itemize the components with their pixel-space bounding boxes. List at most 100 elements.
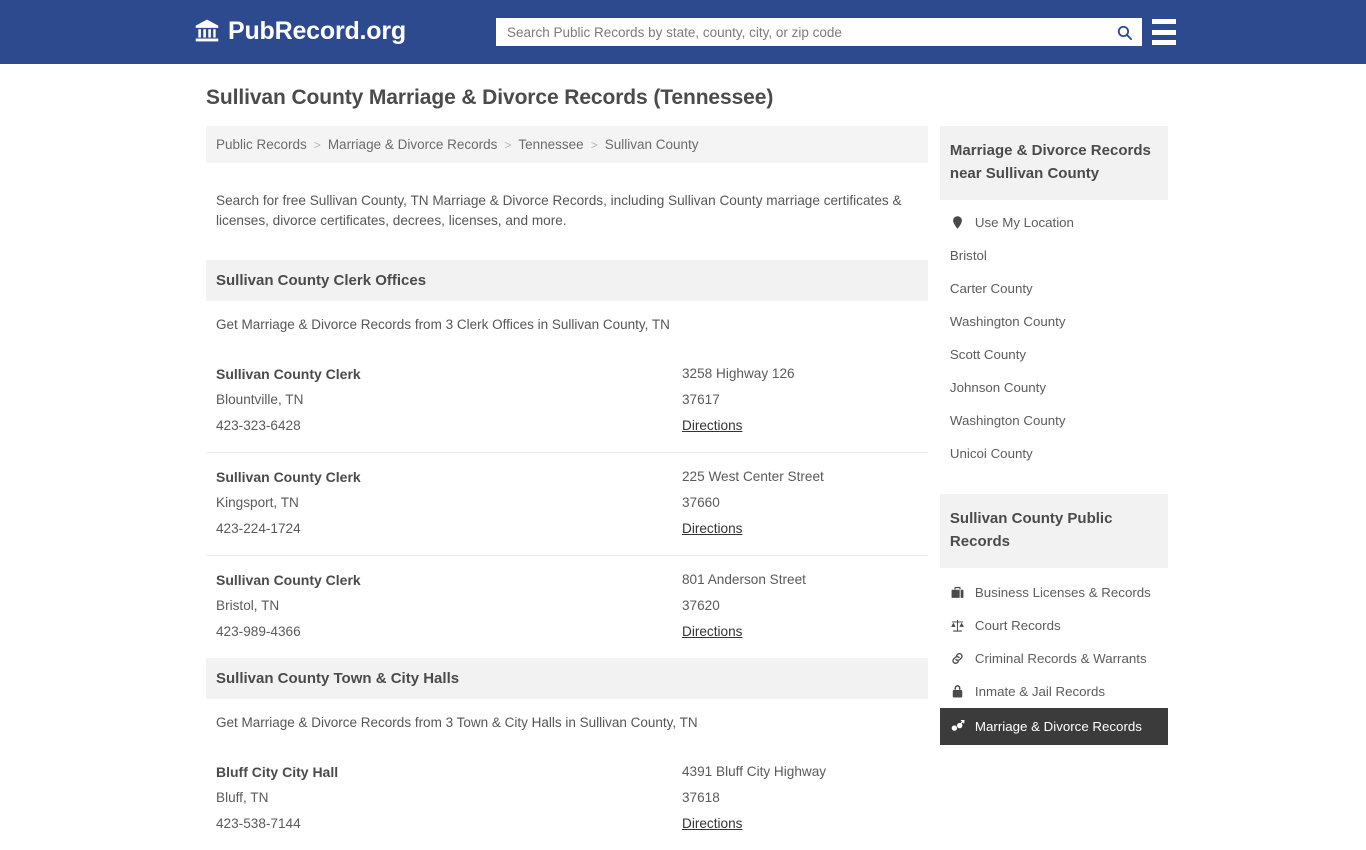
sidebar-item-label: Washington County: [949, 413, 1066, 428]
section-town-city-halls: Sullivan County Town & City Halls Get Ma…: [206, 658, 928, 850]
section-subheading: Get Marriage & Divorce Records from 3 To…: [216, 715, 698, 731]
office-city: Blountville, TN: [216, 392, 304, 408]
office-zip: 37660: [682, 495, 720, 511]
search-icon: [1116, 24, 1133, 41]
office-name: Sullivan County Clerk: [216, 469, 361, 486]
hamburger-menu-icon[interactable]: [1152, 19, 1176, 45]
menu-bar-2: [1152, 29, 1176, 35]
section-heading: Sullivan County Town & City Halls: [206, 658, 928, 700]
directions-link[interactable]: Directions: [682, 413, 742, 439]
menu-bar-1: [1152, 19, 1176, 24]
sidebar-records-list: Business Licenses & Records Court Record…: [939, 568, 1168, 747]
office-street: 3258 Highway 126: [682, 366, 795, 382]
office-row: Sullivan County Clerk Bristol, TN 423-98…: [206, 555, 928, 658]
sidebar-item-label: Marriage & Divorce Records: [974, 719, 1142, 734]
sidebar-item-business-licenses-records[interactable]: Business Licenses & Records: [940, 576, 1168, 609]
lock-icon: [950, 684, 965, 699]
page-container: Sullivan County Marriage & Divorce Recor…: [198, 64, 1168, 850]
content-columns: Public Records > Marriage & Divorce Reco…: [198, 126, 1168, 850]
directions-link[interactable]: Directions: [682, 811, 742, 837]
sidebar-item-criminal-records-warrants[interactable]: Criminal Records & Warrants: [940, 642, 1168, 675]
office-zip: 37620: [682, 598, 720, 614]
sidebar-item-washington-county-2[interactable]: Washington County: [940, 404, 1168, 437]
sidebar-item-washington-county[interactable]: Washington County: [940, 305, 1168, 338]
sidebar-records-heading: Sullivan County Public Records: [939, 494, 1168, 568]
main-content: Public Records > Marriage & Divorce Reco…: [206, 126, 928, 850]
sidebar-item-use-my-location[interactable]: Use My Location: [940, 206, 1168, 239]
site-header: PubRecord.org: [0, 0, 1366, 64]
sidebar-item-unicoi-county[interactable]: Unicoi County: [940, 437, 1168, 470]
office-details: Sullivan County Clerk Bristol, TN 423-98…: [216, 567, 682, 645]
sidebar-nearby-heading: Marriage & Divorce Records near Sullivan…: [939, 126, 1168, 200]
site-logo-text: PubRecord.org: [228, 17, 406, 45]
sidebar-item-scott-county[interactable]: Scott County: [940, 338, 1168, 371]
sidebar-item-label: Criminal Records & Warrants: [974, 651, 1147, 666]
office-street: 225 West Center Street: [682, 469, 824, 485]
sidebar-item-bristol[interactable]: Bristol: [940, 239, 1168, 272]
office-details: Sullivan County Clerk Blountville, TN 42…: [216, 361, 682, 439]
sidebar: Marriage & Divorce Records near Sullivan…: [939, 126, 1168, 747]
office-city: Bristol, TN: [216, 598, 280, 614]
search-input[interactable]: [497, 19, 1107, 45]
sidebar-item-inmate-jail-records[interactable]: Inmate & Jail Records: [940, 675, 1168, 708]
bank-building-icon: [194, 18, 220, 44]
sidebar-item-label: Bristol: [949, 248, 987, 263]
sidebar-item-label: Use My Location: [974, 215, 1074, 230]
office-name: Sullivan County Clerk: [216, 572, 361, 589]
office-phone: 423-224-1724: [216, 521, 301, 537]
menu-bar-3: [1152, 40, 1176, 45]
office-address: 4391 Bluff City Highway 37618 Directions: [682, 759, 918, 837]
office-row: Sullivan County Clerk Kingsport, TN 423-…: [206, 452, 928, 555]
sidebar-item-court-records[interactable]: Court Records: [940, 609, 1168, 642]
office-name: Bluff City City Hall: [216, 764, 339, 781]
section-clerk-offices: Sullivan County Clerk Offices Get Marria…: [206, 260, 928, 658]
breadcrumb-separator: >: [590, 137, 598, 152]
chain-link-icon: [950, 651, 965, 666]
section-subheading: Get Marriage & Divorce Records from 3 Cl…: [216, 317, 670, 333]
sidebar-item-label: Court Records: [974, 618, 1061, 633]
search-button[interactable]: [1107, 19, 1141, 45]
office-name: Sullivan County Clerk: [216, 366, 361, 383]
breadcrumb-item-public-records[interactable]: Public Records: [216, 137, 307, 152]
sidebar-item-carter-county[interactable]: Carter County: [940, 272, 1168, 305]
breadcrumb: Public Records > Marriage & Divorce Reco…: [206, 126, 928, 163]
sidebar-item-label: Washington County: [949, 314, 1066, 329]
office-details: Bluff City City Hall Bluff, TN 423-538-7…: [216, 759, 682, 837]
office-zip: 37617: [682, 392, 720, 408]
site-logo[interactable]: PubRecord.org: [194, 17, 406, 45]
directions-link[interactable]: Directions: [682, 516, 742, 542]
office-row: Sullivan County Clerk Blountville, TN 42…: [206, 350, 928, 452]
search-bar: [496, 18, 1142, 46]
sidebar-item-label: Johnson County: [949, 380, 1047, 395]
office-city: Bluff, TN: [216, 790, 269, 806]
office-phone: 423-989-4366: [216, 624, 301, 640]
sidebar-item-label: Scott County: [949, 347, 1027, 362]
office-address: 801 Anderson Street 37620 Directions: [682, 567, 918, 645]
sidebar-item-label: Inmate & Jail Records: [974, 684, 1105, 699]
sidebar-item-label: Business Licenses & Records: [974, 585, 1151, 600]
breadcrumb-separator: >: [313, 137, 321, 152]
office-address: 225 West Center Street 37660 Directions: [682, 464, 918, 542]
breadcrumb-item-marriage-divorce-records[interactable]: Marriage & Divorce Records: [328, 137, 498, 152]
office-phone: 423-538-7144: [216, 816, 301, 832]
office-zip: 37618: [682, 790, 720, 806]
office-row: Bluff City City Hall Bluff, TN 423-538-7…: [206, 748, 928, 850]
sidebar-nearby-list: Use My Location Bristol Carter County Wa…: [940, 200, 1168, 472]
breadcrumb-separator: >: [504, 137, 512, 152]
map-pin-icon: [950, 215, 965, 230]
office-address: 3258 Highway 126 37617 Directions: [682, 361, 918, 439]
office-street: 801 Anderson Street: [682, 572, 806, 588]
briefcase-icon: [950, 585, 965, 600]
male-female-symbol-icon: [950, 719, 965, 734]
sidebar-item-marriage-divorce-records[interactable]: Marriage & Divorce Records: [939, 708, 1168, 745]
directions-link[interactable]: Directions: [682, 619, 742, 645]
office-phone: 423-323-6428: [216, 418, 301, 434]
page-title: Sullivan County Marriage & Divorce Recor…: [206, 86, 774, 109]
breadcrumb-item-tennessee[interactable]: Tennessee: [518, 137, 583, 152]
office-city: Kingsport, TN: [216, 495, 299, 511]
breadcrumb-item-sullivan-county[interactable]: Sullivan County: [605, 137, 699, 152]
section-heading: Sullivan County Clerk Offices: [206, 260, 928, 302]
office-street: 4391 Bluff City Highway: [682, 764, 827, 780]
sidebar-item-johnson-county[interactable]: Johnson County: [940, 371, 1168, 404]
